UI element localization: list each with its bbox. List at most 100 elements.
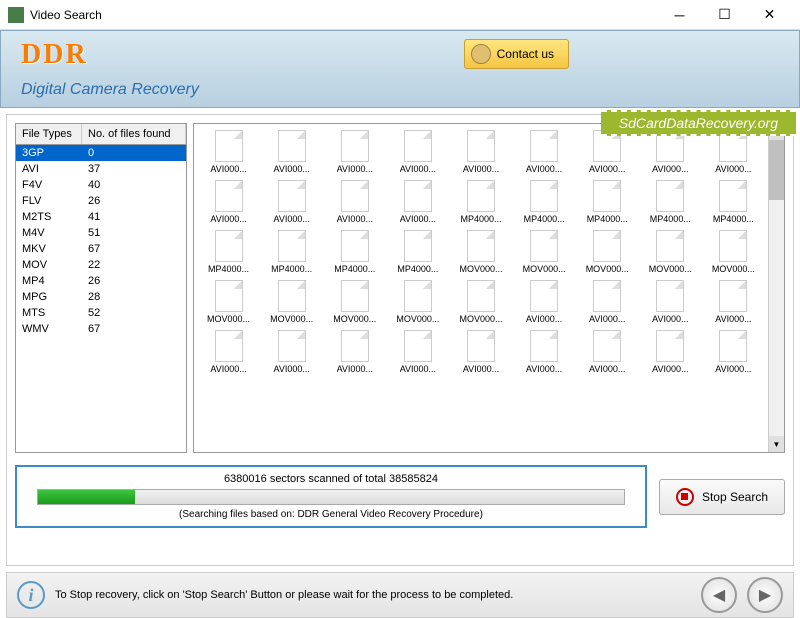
file-type-name: M2TS xyxy=(16,209,82,225)
contact-us-button[interactable]: Contact us xyxy=(464,39,569,69)
file-type-row[interactable]: MOV22 xyxy=(16,257,186,273)
thumbnail-item[interactable]: AVI000... xyxy=(261,128,322,176)
progress-bar xyxy=(37,489,625,505)
thumbnail-label: AVI000... xyxy=(463,364,499,374)
file-type-name: MPG xyxy=(16,289,82,305)
thumbnail-item[interactable]: MP4000... xyxy=(198,228,259,276)
thumbnail-item[interactable]: MP4000... xyxy=(577,178,638,226)
thumbnail-label: AVI000... xyxy=(337,214,373,224)
file-type-row[interactable]: WMV67 xyxy=(16,321,186,337)
thumbnail-item[interactable]: AVI000... xyxy=(324,178,385,226)
file-icon xyxy=(467,180,495,212)
thumbnail-item[interactable]: AVI000... xyxy=(577,328,638,376)
thumbnail-item[interactable]: AVI000... xyxy=(198,178,259,226)
thumbnail-item[interactable]: AVI000... xyxy=(261,328,322,376)
file-icon xyxy=(404,230,432,262)
file-type-row[interactable]: MPG28 xyxy=(16,289,186,305)
thumbnail-item[interactable]: MOV000... xyxy=(198,278,259,326)
file-icon xyxy=(404,130,432,162)
file-icon xyxy=(215,130,243,162)
file-icon xyxy=(404,280,432,312)
thumbnail-item[interactable]: AVI000... xyxy=(640,328,701,376)
scroll-thumb[interactable] xyxy=(769,140,784,200)
thumbnail-item[interactable]: MP4000... xyxy=(324,228,385,276)
thumbnail-label: MP4000... xyxy=(271,264,312,274)
file-type-count: 37 xyxy=(82,161,186,177)
thumbnail-item[interactable]: MOV000... xyxy=(577,228,638,276)
file-type-row[interactable]: MP426 xyxy=(16,273,186,289)
thumbnail-item[interactable]: MP4000... xyxy=(450,178,511,226)
thumbnail-item[interactable]: MOV000... xyxy=(640,228,701,276)
file-type-row[interactable]: F4V40 xyxy=(16,177,186,193)
thumbnail-item[interactable]: AVI000... xyxy=(198,128,259,176)
file-type-row[interactable]: 3GP0 xyxy=(16,145,186,161)
file-type-row[interactable]: M4V51 xyxy=(16,225,186,241)
thumbnails-scrollbar[interactable]: ▲ ▼ xyxy=(768,124,784,452)
file-type-name: M4V xyxy=(16,225,82,241)
thumbnail-item[interactable]: AVI000... xyxy=(577,278,638,326)
file-type-row[interactable]: AVI37 xyxy=(16,161,186,177)
back-button[interactable]: ◀ xyxy=(701,577,737,613)
stop-search-button[interactable]: Stop Search xyxy=(659,479,785,515)
thumbnail-item[interactable]: AVI000... xyxy=(324,328,385,376)
thumbnail-item[interactable]: AVI000... xyxy=(387,178,448,226)
thumbnail-item[interactable]: AVI000... xyxy=(387,328,448,376)
close-button[interactable]: ✕ xyxy=(747,1,792,29)
thumbnail-item[interactable]: AVI000... xyxy=(514,328,575,376)
file-icon xyxy=(278,230,306,262)
thumbnail-item[interactable]: MP4000... xyxy=(261,228,322,276)
thumbnail-label: AVI000... xyxy=(400,364,436,374)
thumbnail-item[interactable]: AVI000... xyxy=(514,128,575,176)
file-icon xyxy=(530,230,558,262)
thumbnail-label: AVI000... xyxy=(526,314,562,324)
thumbnail-item[interactable]: MOV000... xyxy=(261,278,322,326)
scroll-down-icon[interactable]: ▼ xyxy=(769,436,784,452)
file-icon xyxy=(467,130,495,162)
file-icon xyxy=(341,230,369,262)
file-icon xyxy=(404,330,432,362)
thumbnail-item[interactable]: MP4000... xyxy=(514,178,575,226)
thumbnail-item[interactable]: AVI000... xyxy=(640,278,701,326)
thumbnail-item[interactable]: MOV000... xyxy=(387,278,448,326)
thumbnail-item[interactable]: MP4000... xyxy=(640,178,701,226)
maximize-button[interactable]: ☐ xyxy=(702,1,747,29)
thumbnail-item[interactable]: AVI000... xyxy=(261,178,322,226)
thumbnail-label: AVI000... xyxy=(210,164,246,174)
thumbnail-item[interactable]: MOV000... xyxy=(324,278,385,326)
file-type-row[interactable]: FLV26 xyxy=(16,193,186,209)
col-count[interactable]: No. of files found xyxy=(82,124,186,144)
thumbnail-item[interactable]: MP4000... xyxy=(387,228,448,276)
thumbnail-item[interactable]: MOV000... xyxy=(514,228,575,276)
minimize-button[interactable]: ─ xyxy=(657,1,702,29)
thumbnail-item[interactable]: AVI000... xyxy=(703,278,764,326)
file-type-row[interactable]: MKV67 xyxy=(16,241,186,257)
thumbnail-label: AVI000... xyxy=(463,164,499,174)
file-icon xyxy=(530,330,558,362)
file-type-name: 3GP xyxy=(16,145,82,161)
thumbnail-item[interactable]: MOV000... xyxy=(450,228,511,276)
thumbnail-label: MOV000... xyxy=(459,264,502,274)
col-file-types[interactable]: File Types xyxy=(16,124,82,144)
thumbnail-label: MP4000... xyxy=(208,264,249,274)
thumbnail-label: AVI000... xyxy=(589,314,625,324)
file-icon xyxy=(278,130,306,162)
thumbnail-item[interactable]: AVI000... xyxy=(450,328,511,376)
thumbnail-item[interactable]: MOV000... xyxy=(703,228,764,276)
thumbnail-item[interactable]: AVI000... xyxy=(703,328,764,376)
file-type-row[interactable]: M2TS41 xyxy=(16,209,186,225)
thumbnail-item[interactable]: AVI000... xyxy=(387,128,448,176)
header-banner: DDR Digital Camera Recovery Contact us xyxy=(0,30,800,108)
thumbnail-item[interactable]: AVI000... xyxy=(450,128,511,176)
file-type-row[interactable]: MTS52 xyxy=(16,305,186,321)
window-title: Video Search xyxy=(30,8,657,22)
file-icon xyxy=(467,230,495,262)
thumbnail-item[interactable]: AVI000... xyxy=(514,278,575,326)
thumbnail-item[interactable]: AVI000... xyxy=(198,328,259,376)
thumbnail-item[interactable]: MOV000... xyxy=(450,278,511,326)
file-type-name: MP4 xyxy=(16,273,82,289)
forward-button[interactable]: ▶ xyxy=(747,577,783,613)
thumbnail-item[interactable]: MP4000... xyxy=(703,178,764,226)
thumbnail-item[interactable]: AVI000... xyxy=(324,128,385,176)
footer-bar: i To Stop recovery, click on 'Stop Searc… xyxy=(6,572,794,618)
file-icon xyxy=(278,330,306,362)
